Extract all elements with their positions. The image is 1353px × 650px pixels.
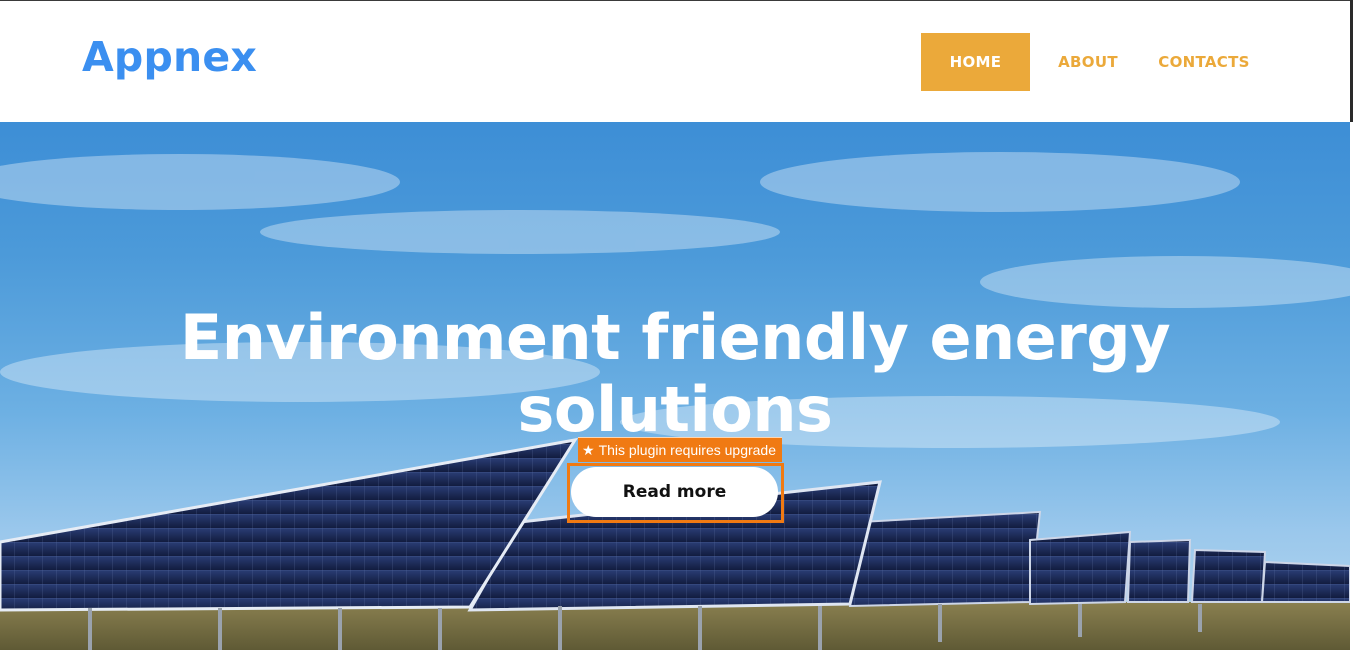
brand-logo[interactable]: Appnex	[82, 33, 257, 81]
site-header: Appnex HOME ABOUT CONTACTS	[0, 1, 1350, 122]
hero-title-line-1: Environment friendly energy	[179, 300, 1171, 374]
main-nav: HOME ABOUT CONTACTS	[921, 33, 1262, 91]
nav-about[interactable]: ABOUT	[1030, 33, 1146, 91]
hero-title-line-2: solutions	[517, 372, 833, 446]
upgrade-notice-text: This plugin requires upgrade	[598, 442, 777, 458]
star-icon: ★	[582, 441, 595, 458]
hero-title: Environment friendly energy solutions	[0, 300, 1350, 446]
upgrade-notice-badge: ★ This plugin requires upgrade	[578, 437, 783, 462]
nav-home[interactable]: HOME	[921, 33, 1030, 91]
hero-section: Environment friendly energy solutions ★ …	[0, 122, 1350, 650]
read-more-button[interactable]: Read more	[571, 467, 778, 517]
nav-contacts[interactable]: CONTACTS	[1146, 33, 1262, 91]
